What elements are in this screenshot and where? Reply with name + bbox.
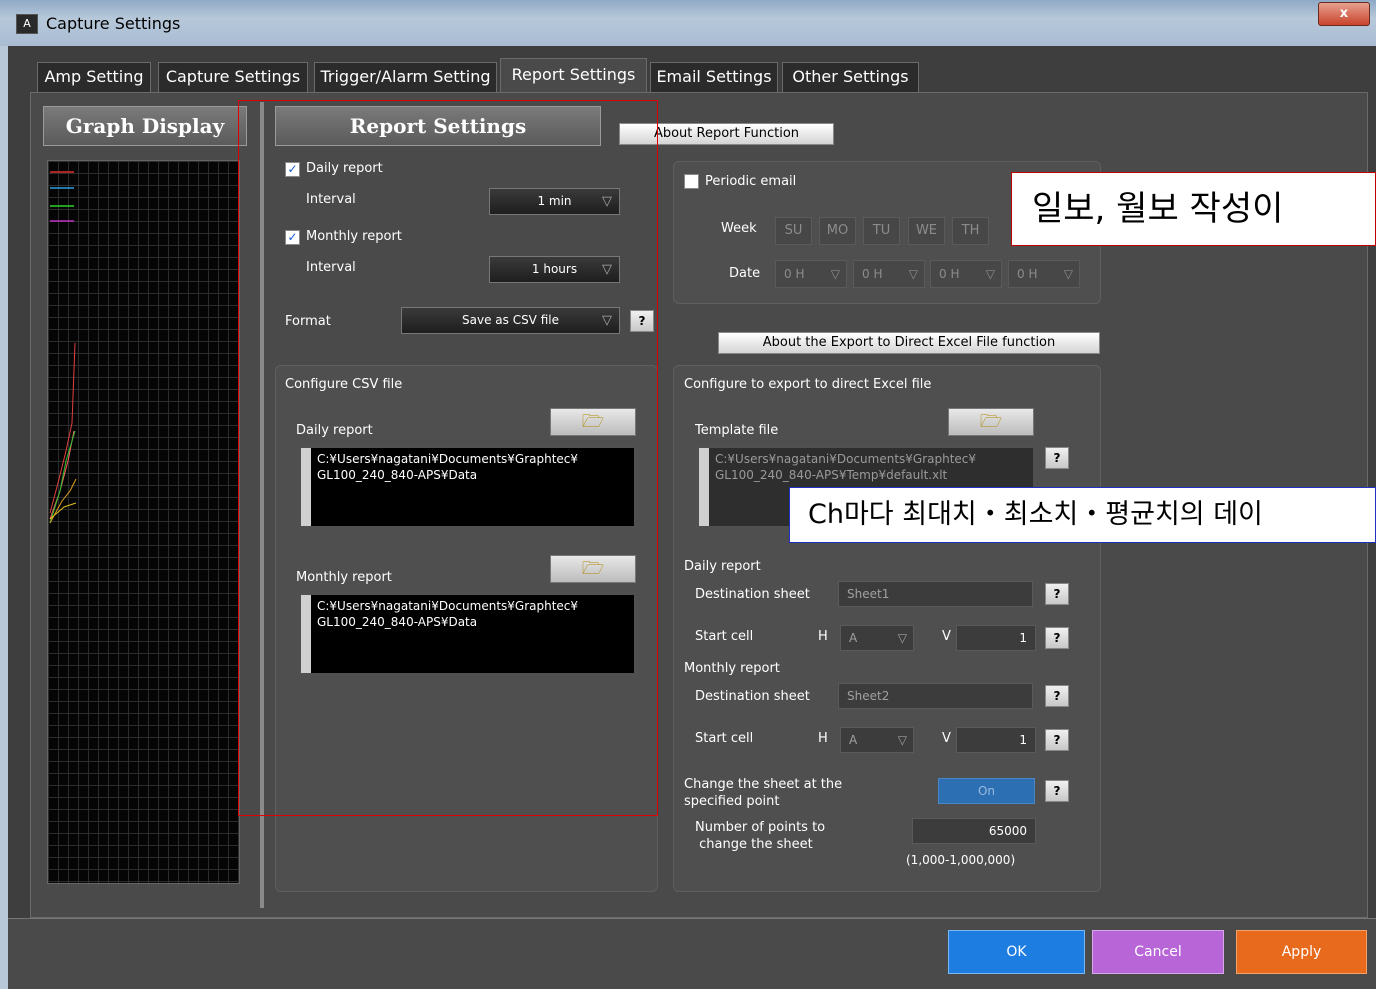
window-title: Capture Settings bbox=[46, 14, 181, 33]
hour-value-4: 0 H bbox=[1017, 267, 1038, 281]
daily-destination-help-button[interactable]: ? bbox=[1045, 583, 1069, 605]
monthly-start-cell-label: Start cell bbox=[695, 731, 754, 746]
close-button[interactable]: x bbox=[1318, 2, 1370, 26]
day-we-button[interactable]: WE bbox=[908, 217, 945, 245]
monthly-column-select[interactable]: A ▽ bbox=[840, 727, 914, 753]
hour-select-4[interactable]: 0 H ▽ bbox=[1008, 260, 1080, 288]
tab-trigger-alarm[interactable]: Trigger/Alarm Setting bbox=[314, 62, 497, 92]
template-folder-button[interactable]: 🗁 bbox=[948, 408, 1034, 436]
tab-amp-setting[interactable]: Amp Setting bbox=[37, 62, 151, 92]
daily-row-stepper[interactable]: 1 bbox=[956, 625, 1036, 651]
daily-start-cell-help-button[interactable]: ? bbox=[1045, 627, 1069, 649]
monthly-h-label: H bbox=[818, 731, 828, 746]
tab-email-settings[interactable]: Email Settings bbox=[650, 62, 778, 92]
day-tu-button[interactable]: TU bbox=[863, 217, 900, 245]
app-icon: A bbox=[16, 14, 38, 34]
day-su-button[interactable]: SU bbox=[775, 217, 812, 245]
excel-monthly-label: Monthly report bbox=[684, 661, 780, 676]
ok-button[interactable]: OK bbox=[948, 930, 1085, 974]
folder-icon: 🗁 bbox=[979, 411, 1003, 432]
daily-destination-label: Destination sheet bbox=[695, 587, 810, 602]
points-label: Number of points to change the sheet bbox=[695, 820, 826, 852]
change-sheet-help-button[interactable]: ? bbox=[1045, 780, 1069, 802]
apply-button[interactable]: Apply bbox=[1236, 930, 1367, 974]
graph-canvas bbox=[47, 160, 240, 884]
chevron-down-icon: ▽ bbox=[897, 733, 907, 747]
graph-traces bbox=[49, 171, 77, 524]
daily-column-value: A bbox=[849, 631, 858, 645]
tab-other-settings[interactable]: Other Settings bbox=[782, 62, 919, 92]
day-mo-button[interactable]: MO bbox=[819, 217, 856, 245]
daily-start-cell-label: Start cell bbox=[695, 629, 754, 644]
hour-select-3[interactable]: 0 H ▽ bbox=[930, 260, 1002, 288]
change-sheet-label: Change the sheet at the specified point bbox=[684, 777, 843, 809]
periodic-email-label: Periodic email bbox=[705, 174, 797, 189]
week-label: Week bbox=[721, 221, 757, 236]
title-bar bbox=[0, 0, 1376, 46]
change-sheet-toggle[interactable]: On bbox=[938, 778, 1035, 804]
path-field-handle bbox=[699, 448, 709, 526]
hour-value-3: 0 H bbox=[939, 267, 960, 281]
tab-report-settings[interactable]: Report Settings bbox=[500, 58, 647, 92]
graph-display-header: Graph Display bbox=[43, 106, 247, 146]
day-th-button[interactable]: TH bbox=[952, 217, 989, 245]
chevron-down-icon: ▽ bbox=[830, 267, 840, 281]
template-path-text: C:¥Users¥nagatani¥Documents¥Graphtec¥ GL… bbox=[715, 452, 977, 482]
highlight-box bbox=[238, 100, 658, 816]
template-file-label: Template file bbox=[695, 423, 779, 438]
monthly-column-value: A bbox=[849, 733, 858, 747]
periodic-email-checkbox[interactable] bbox=[684, 174, 699, 189]
cancel-button[interactable]: Cancel bbox=[1092, 930, 1224, 974]
daily-destination-input[interactable]: Sheet1 bbox=[838, 581, 1033, 607]
hour-select-1[interactable]: 0 H ▽ bbox=[775, 260, 847, 288]
monthly-start-cell-help-button[interactable]: ? bbox=[1045, 729, 1069, 751]
tab-capture-settings[interactable]: Capture Settings bbox=[158, 62, 308, 92]
daily-v-label: V bbox=[942, 629, 951, 644]
hour-value-2: 0 H bbox=[862, 267, 883, 281]
points-stepper[interactable]: 65000 bbox=[912, 818, 1036, 844]
about-excel-export-button[interactable]: About the Export to Direct Excel File fu… bbox=[718, 332, 1100, 354]
hour-value-1: 0 H bbox=[784, 267, 805, 281]
monthly-destination-label: Destination sheet bbox=[695, 689, 810, 704]
daily-h-label: H bbox=[818, 629, 828, 644]
excel-config-title: Configure to export to direct Excel file bbox=[684, 377, 932, 392]
hour-select-2[interactable]: 0 H ▽ bbox=[853, 260, 925, 288]
chevron-down-icon: ▽ bbox=[985, 267, 995, 281]
annotation-callout-1: 일보, 월보 작성이 bbox=[1011, 172, 1376, 246]
monthly-row-stepper[interactable]: 1 bbox=[956, 727, 1036, 753]
template-help-button[interactable]: ? bbox=[1045, 447, 1069, 469]
chevron-down-icon: ▽ bbox=[908, 267, 918, 281]
chevron-down-icon: ▽ bbox=[897, 631, 907, 645]
date-label: Date bbox=[729, 266, 761, 281]
points-range-label: (1,000-1,000,000) bbox=[906, 853, 1016, 867]
daily-column-select[interactable]: A ▽ bbox=[840, 625, 914, 651]
monthly-v-label: V bbox=[942, 731, 951, 746]
monthly-destination-help-button[interactable]: ? bbox=[1045, 685, 1069, 707]
excel-daily-label: Daily report bbox=[684, 559, 761, 574]
annotation-callout-2: Ch마다 최대치・최소치・평균치의 데이 bbox=[789, 487, 1376, 543]
monthly-destination-input[interactable]: Sheet2 bbox=[838, 683, 1033, 709]
chevron-down-icon: ▽ bbox=[1063, 267, 1073, 281]
